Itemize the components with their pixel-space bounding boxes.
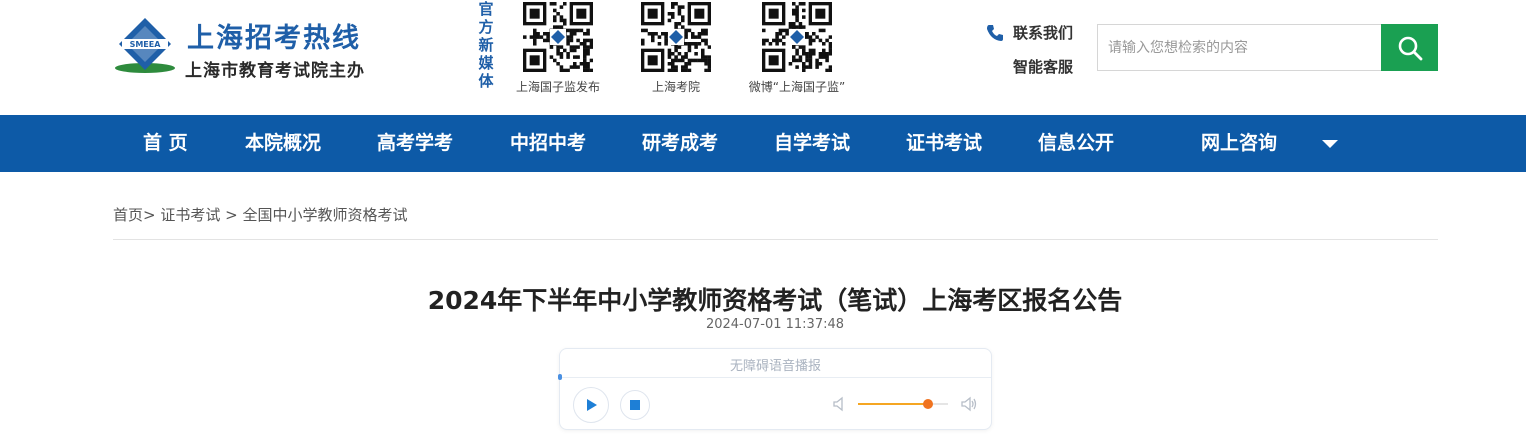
audio-progress-track[interactable] <box>560 377 991 378</box>
audio-progress-handle[interactable] <box>558 374 562 380</box>
nav-item-self-study[interactable]: 自学考试 <box>774 115 850 172</box>
search-button[interactable] <box>1381 24 1438 71</box>
logo-emblem-icon: SMEEA <box>115 18 175 73</box>
nav-item-online-consult[interactable]: 网上咨询 <box>1201 115 1277 172</box>
qr-code-icon <box>641 2 712 73</box>
volume-mute-icon[interactable] <box>832 395 850 413</box>
logo-subtitle: 上海市教育考试院主办 <box>185 61 365 81</box>
breadcrumb-separator: > <box>225 206 238 224</box>
nav-more-chevron-down-icon[interactable] <box>1322 140 1338 148</box>
nav-item-graduate[interactable]: 研考成考 <box>642 115 718 172</box>
logo-title: 上海招考热线 <box>187 23 361 54</box>
qr-exam-authority: 上海考院 <box>633 2 719 95</box>
site-logo[interactable]: SMEEA 上海招考热线 上海市教育考试院主办 <box>113 14 383 84</box>
qr-code-icon <box>523 2 594 73</box>
play-button[interactable] <box>573 387 609 423</box>
search-input[interactable] <box>1098 25 1382 70</box>
stop-button[interactable] <box>620 390 650 420</box>
nav-item-zhongkao[interactable]: 中招中考 <box>510 115 586 172</box>
volume-up-icon[interactable] <box>960 395 978 413</box>
play-icon <box>587 399 597 411</box>
search-box <box>1097 24 1438 71</box>
nav-item-home[interactable]: 首 页 <box>143 115 188 172</box>
breadcrumb: 首页> 证书考试 > 全国中小学教师资格考试 <box>113 204 408 225</box>
article-title: 2024年下半年中小学教师资格考试（笔试）上海考区报名公告 <box>427 286 1123 315</box>
stop-icon <box>630 400 640 410</box>
qr-guozijian-publish: 上海国子监发布 <box>516 2 600 95</box>
qr-caption: 微博“上海国子监” <box>748 80 846 94</box>
phone-icon <box>987 25 1003 41</box>
search-icon <box>1398 36 1422 60</box>
qr-code-icon <box>762 2 833 73</box>
contact-us-link[interactable]: 联系我们 <box>985 22 1073 44</box>
contact-area: 联系我们 智能客服 <box>985 22 1073 76</box>
nav-item-certificate[interactable]: 证书考试 <box>906 115 982 172</box>
official-media-label: 官方新媒体 <box>478 0 494 90</box>
nav-item-about[interactable]: 本院概况 <box>245 115 321 172</box>
article-timestamp: 2024-07-01 11:37:48 <box>705 317 845 332</box>
volume-knob[interactable] <box>923 399 934 409</box>
contact-us-label: 联系我们 <box>1013 24 1074 42</box>
qr-weibo: 微博“上海国子监” <box>737 2 857 95</box>
logo-badge-text: SMEEA <box>130 40 162 49</box>
smart-service-link[interactable]: 智能客服 <box>1013 56 1073 78</box>
main-nav: 首 页 本院概况 高考学考 中招中考 研考成考 自学考试 证书考试 信息公开 网… <box>0 115 1526 172</box>
qr-caption: 上海国子监发布 <box>516 80 601 94</box>
breadcrumb-certificate[interactable]: 证书考试 <box>160 206 220 224</box>
volume-slider[interactable] <box>858 399 948 409</box>
volume-fill <box>858 403 929 405</box>
qr-caption: 上海考院 <box>651 80 700 94</box>
breadcrumb-separator: > <box>143 206 156 224</box>
breadcrumb-divider <box>113 239 1438 240</box>
audio-player-label: 无障碍语音播报 <box>729 359 821 374</box>
audio-player: 无障碍语音播报 <box>558 348 992 430</box>
nav-item-info-public[interactable]: 信息公开 <box>1038 115 1114 172</box>
breadcrumb-home[interactable]: 首页 <box>113 206 143 224</box>
nav-item-gaokao[interactable]: 高考学考 <box>377 115 453 172</box>
breadcrumb-teacher-exam[interactable]: 全国中小学教师资格考试 <box>243 206 408 224</box>
site-header: SMEEA 上海招考热线 上海市教育考试院主办 官方新媒体 上海国子监发布 上海… <box>0 0 1526 115</box>
